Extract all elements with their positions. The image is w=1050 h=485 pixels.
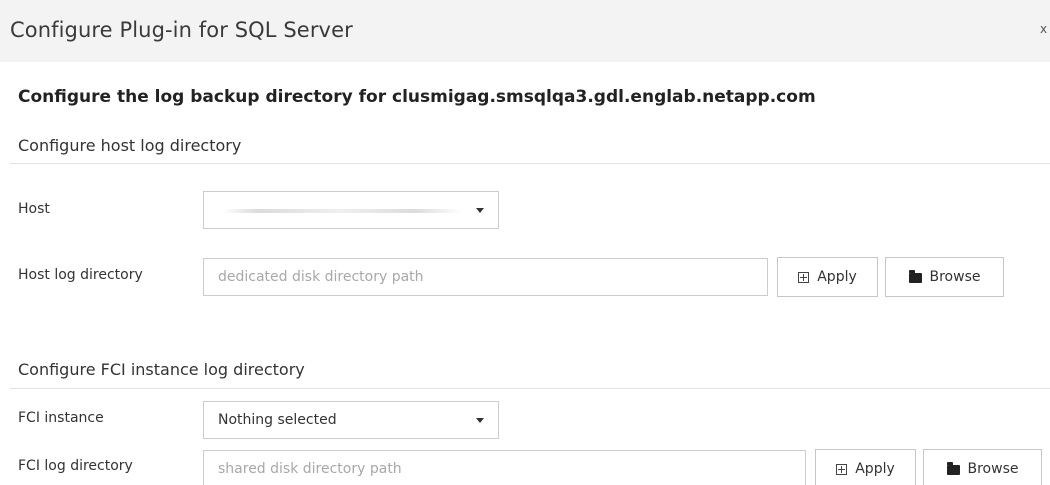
host-select[interactable]	[203, 191, 499, 229]
fci-section-divider	[10, 388, 1050, 389]
caret-down-icon	[476, 418, 484, 423]
fci-instance-select-value: Nothing selected	[218, 412, 337, 428]
folder-icon	[908, 270, 922, 283]
folder-icon	[946, 462, 960, 475]
fci-log-directory-input[interactable]	[203, 450, 806, 485]
fci-instance-label: FCI instance	[18, 410, 104, 426]
dialog-title: Configure Plug-in for SQL Server	[10, 18, 353, 42]
close-icon[interactable]: x	[1040, 22, 1047, 36]
fci-instance-select[interactable]: Nothing selected	[203, 401, 499, 439]
host-select-redacted-value	[222, 209, 462, 213]
caret-down-icon	[476, 208, 484, 213]
fci-apply-label: Apply	[855, 461, 895, 477]
plus-box-icon	[836, 463, 848, 475]
fci-browse-label: Browse	[967, 461, 1019, 477]
page-title: Configure the log backup directory for c…	[18, 87, 816, 107]
fci-browse-button[interactable]: Browse	[923, 449, 1042, 485]
host-section-title: Configure host log directory	[18, 136, 242, 155]
dialog-header: Configure Plug-in for SQL Server x	[0, 0, 1050, 62]
host-browse-button[interactable]: Browse	[885, 257, 1004, 297]
host-log-directory-label: Host log directory	[18, 267, 143, 283]
fci-apply-button[interactable]: Apply	[815, 449, 916, 485]
host-log-directory-input[interactable]	[203, 258, 768, 296]
fci-log-directory-label: FCI log directory	[18, 458, 133, 474]
plus-box-icon	[798, 271, 810, 283]
host-apply-button[interactable]: Apply	[777, 257, 878, 297]
host-apply-label: Apply	[817, 269, 857, 285]
fci-section-title: Configure FCI instance log directory	[18, 360, 305, 379]
host-section-divider	[10, 163, 1050, 164]
host-label: Host	[18, 201, 50, 217]
host-browse-label: Browse	[929, 269, 981, 285]
